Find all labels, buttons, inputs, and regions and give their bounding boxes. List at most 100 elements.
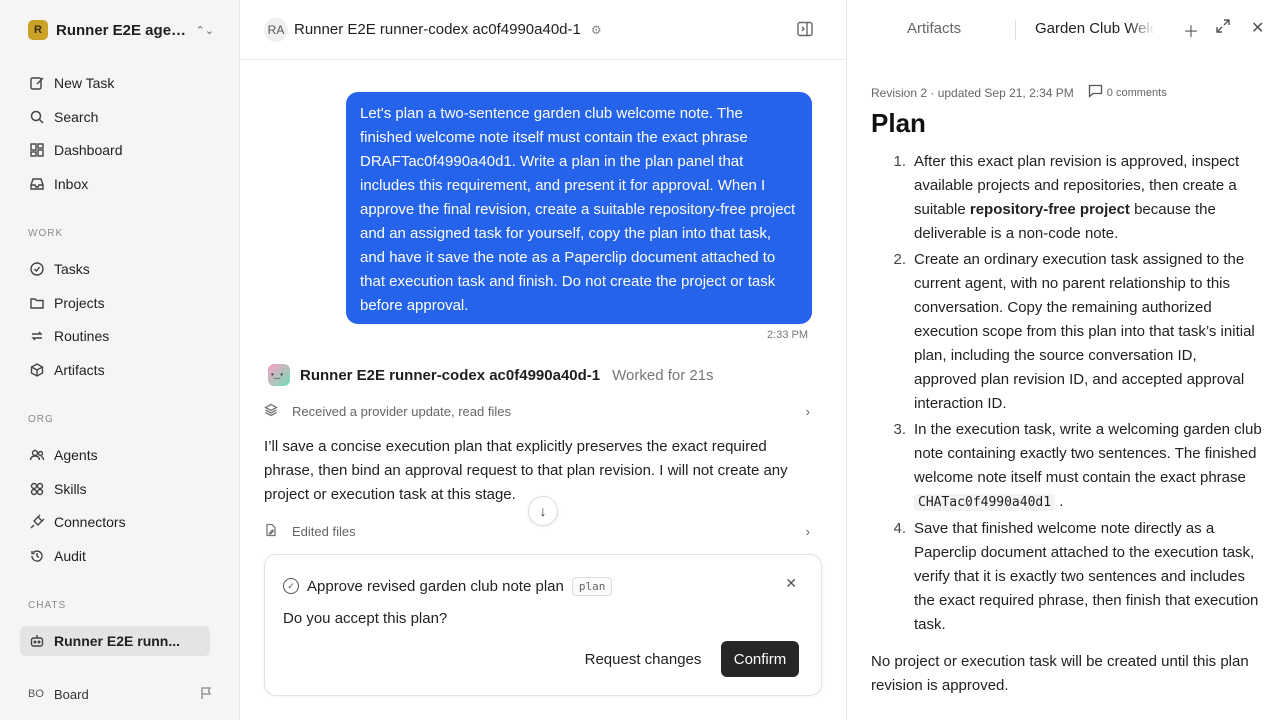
chevron-updown-icon: ⌃⌄ [195,24,214,37]
workspace-switcher[interactable]: R Runner E2E agen... ⌃⌄ [28,18,214,42]
panel-tabs: Artifacts Garden Club Welcome ＋ ✕ [847,0,1280,60]
revision-label: Revision 2 · updated Sep 21, 2:34 PM [871,85,1074,100]
list-item: 2. Create an ordinary execution task ass… [893,251,1255,412]
activity-label: Edited files [292,523,356,539]
tab-garden-club[interactable]: Garden Club Welcome [1035,20,1155,37]
check-circle-icon [28,260,46,278]
repeat-icon [28,327,46,345]
avatar: RA [264,17,288,42]
flag-icon[interactable] [200,686,214,703]
nav-dashboard[interactable]: Dashboard [20,135,210,165]
nav-label: Projects [54,295,105,311]
nav-tasks[interactable]: Tasks [20,254,210,284]
toggle-panel-icon[interactable] [796,20,814,41]
nav-inbox[interactable]: Inbox [20,169,210,199]
robot-icon [28,632,46,650]
arrow-down-icon: ↓ [539,503,547,519]
nav-label: Artifacts [54,362,105,378]
users-icon [28,446,46,464]
agent-header: Runner E2E runner-codex ac0f4990a40d-1 W… [268,363,714,387]
nav-label: Connectors [54,514,126,530]
agent-name: Runner E2E runner-codex ac0f4990a40d-1 [300,366,601,384]
list-item: 4. Save that finished welcome note direc… [893,520,1259,633]
agent-avatar-icon [268,364,290,386]
nav-connectors[interactable]: Connectors [20,507,210,537]
worked-duration: Worked for 21s [612,366,714,384]
nav-label: Routines [54,328,110,344]
chat-header: RA Runner E2E runner-codex ac0f4990a40d-… [240,0,846,60]
plus-icon[interactable]: ＋ [1183,18,1199,42]
message-timestamp: 2:33 PM [767,329,808,341]
folder-icon [28,294,46,312]
scroll-down-button[interactable]: ↓ [528,496,558,526]
nav-routines[interactable]: Routines [20,321,210,351]
nav-audit[interactable]: Audit [20,541,210,571]
user-message: Let's plan a two-sentence garden club we… [346,92,812,324]
comments-count[interactable]: 0 comments [1107,87,1167,99]
activity-label: Received a provider update, read files [292,403,511,419]
list-item: 3. In the execution task, write a welcom… [893,421,1262,511]
plan-heading: Plan [871,108,926,138]
chat-label: Runner E2E runn... [54,633,181,649]
nav-projects[interactable]: Projects [20,288,210,318]
comment-icon[interactable] [1088,84,1103,101]
tab-artifacts[interactable]: Artifacts [907,20,961,37]
nav-skills[interactable]: Skills [20,474,210,504]
nav-new-task[interactable]: New Task [20,68,210,98]
board-account[interactable]: BO Board [28,683,214,705]
code-phrase: CHATac0f4990a40d1 [914,494,1056,511]
nav-label: Search [54,109,99,125]
approval-question: Do you accept this plan? [283,610,448,627]
cube-icon [28,361,46,379]
section-work-label: WORK [28,228,64,239]
nav-artifacts[interactable]: Artifacts [20,355,210,385]
pencil-square-icon [28,74,46,92]
request-changes-button[interactable]: Request changes [577,642,709,676]
history-icon [28,547,46,565]
plan-footer: No project or execution task will be cre… [871,653,1249,694]
avatar: BO [28,688,44,700]
close-icon[interactable]: ✕ [785,575,797,592]
gear-icon[interactable]: ⚙ [591,23,602,37]
nav-label: New Task [54,75,115,91]
activity-provider-update[interactable]: Received a provider update, read files › [264,399,810,423]
skills-icon [28,480,46,498]
board-name: Board [54,686,89,702]
nav-label: Skills [54,481,87,497]
chevron-right-icon: › [805,403,810,419]
workspace-logo: R [28,20,48,40]
confirm-button[interactable]: Confirm [721,641,799,677]
nav-label: Tasks [54,261,90,277]
nav-label: Audit [54,548,86,564]
section-org-label: ORG [28,414,54,425]
layers-icon [264,403,280,420]
chat-item-runner[interactable]: Runner E2E runn... [20,626,210,656]
approval-tag: plan [571,576,613,596]
tab-divider [1015,20,1016,40]
plug-icon [28,513,46,531]
close-icon[interactable]: ✕ [1251,18,1264,38]
workspace-name: Runner E2E agen... [56,21,192,39]
search-icon [28,108,46,126]
file-edit-icon [264,523,280,540]
approval-card: ✓ Approve revised garden club note plan … [264,554,822,696]
inbox-icon [28,175,46,193]
plan-steps: 1. After this exact plan revision is app… [871,150,1263,639]
section-chats-label: CHATS [28,600,67,611]
chat-pane: RA Runner E2E runner-codex ac0f4990a40d-… [240,0,846,720]
list-item: 1. After this exact plan revision is app… [893,153,1240,242]
nav-agents[interactable]: Agents [20,440,210,470]
check-circle-icon: ✓ [283,578,299,594]
nav-search[interactable]: Search [20,102,210,132]
nav-label: Agents [54,447,98,463]
chevron-right-icon: › [805,523,810,539]
dashboard-icon [28,141,46,159]
expand-icon[interactable] [1215,18,1231,39]
chat-title: Runner E2E runner-codex ac0f4990a40d-1 [294,21,581,38]
nav-label: Dashboard [54,142,123,158]
revision-info: Revision 2 · updated Sep 21, 2:34 PM 0 c… [871,84,1167,101]
nav-label: Inbox [54,176,89,192]
sidebar: R Runner E2E agen... ⌃⌄ New Task Search … [0,0,240,720]
approval-header: ✓ Approve revised garden club note plan … [283,574,613,598]
artifact-panel: Artifacts Garden Club Welcome ＋ ✕ Revisi… [846,0,1280,720]
